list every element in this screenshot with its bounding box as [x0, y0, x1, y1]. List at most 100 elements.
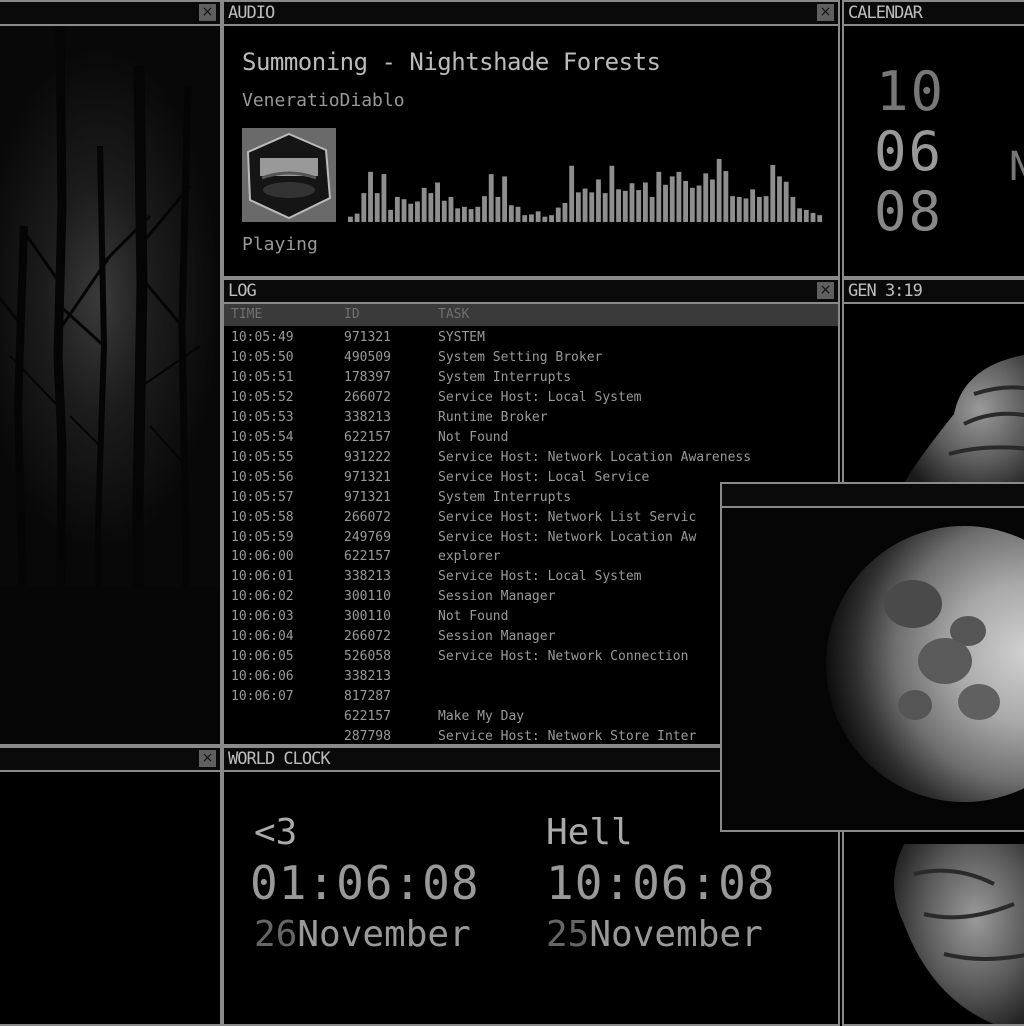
log-task: Service Host: Local System	[438, 569, 642, 585]
log-time: 10:06:00	[231, 549, 294, 565]
visualizer-bar	[482, 196, 487, 222]
column-header-time[interactable]: TIME	[231, 305, 262, 325]
visualizer-bar	[468, 209, 474, 222]
log-id: 490509	[344, 349, 391, 365]
column-header-id[interactable]: ID	[344, 305, 360, 325]
album-cover[interactable]	[242, 128, 336, 222]
empty-titlebar[interactable]: ×	[0, 748, 220, 772]
visualizer-bar	[730, 196, 735, 222]
visualizer-bar	[770, 165, 776, 222]
visualizer-bar	[803, 209, 809, 222]
log-task: System Setting Broker	[438, 349, 603, 365]
visualizer-bar	[421, 187, 427, 222]
table-row[interactable]: 10:05:50 490509 System Setting Broker	[224, 348, 838, 368]
table-row[interactable]: 10:05:55 931222 Service Host: Network Loca…	[224, 448, 838, 468]
playback-status: Playing	[242, 234, 318, 255]
log-id: 971321	[344, 330, 391, 345]
log-id: 249769	[344, 529, 391, 545]
audio-window: AUDIO × Summoning - Nightshade Forests V…	[222, 0, 840, 278]
log-id: 266072	[344, 389, 391, 405]
visualizer-bar	[394, 196, 400, 222]
column-header-task[interactable]: TASK	[438, 305, 469, 325]
log-id: 817287	[344, 689, 391, 705]
empty-window: ×	[0, 746, 222, 1026]
visualizer-bar	[415, 201, 420, 222]
visualizer-bar	[669, 176, 675, 222]
log-id: 178397	[344, 369, 391, 385]
close-icon[interactable]: ×	[199, 4, 216, 21]
visualizer-bar	[710, 179, 715, 222]
gen-titlebar[interactable]: GEN 3:19	[844, 280, 1024, 304]
visualizer-bar	[649, 196, 655, 222]
table-row[interactable]: 10:05:54 622157 Not Found	[224, 428, 838, 448]
log-id: 287798	[344, 729, 391, 744]
table-row[interactable]: 10:05:49 971321 SYSTEM	[224, 328, 838, 348]
visualizer-bar	[663, 184, 668, 222]
log-id: 971321	[344, 469, 391, 485]
log-id: 622157	[344, 429, 391, 445]
visualizer-bar	[696, 185, 702, 222]
visualizer-bar	[736, 196, 742, 222]
visualizer-bar	[448, 196, 454, 222]
table-row[interactable]: 10:05:53 338213 Runtime Broker	[224, 408, 838, 428]
calendar-titlebar[interactable]: CALENDAR	[844, 2, 1024, 26]
visualizer-bar	[348, 216, 353, 222]
zone-date: 25November	[546, 914, 763, 955]
track-artist: VeneratioDiablo	[242, 90, 405, 111]
visualizer-bar	[555, 207, 561, 222]
visualizer-bar	[783, 181, 789, 222]
log-id: 338213	[344, 409, 391, 425]
moon-titlebar[interactable]	[722, 484, 1024, 508]
close-icon[interactable]: ×	[817, 4, 834, 21]
visualizer-bar	[582, 188, 588, 222]
moon-mare	[884, 580, 942, 628]
visualizer-bar	[716, 158, 722, 222]
visualizer-bar	[542, 216, 548, 222]
moon-mare	[918, 638, 972, 684]
log-time: 10:06:04	[231, 629, 294, 645]
close-icon[interactable]: ×	[199, 750, 216, 767]
table-row[interactable]: 10:05:51 178397 System Interrupts	[224, 368, 838, 388]
zone-day: 26	[254, 914, 298, 955]
close-icon[interactable]: ×	[817, 282, 834, 299]
visualizer-bar	[354, 213, 360, 222]
moon-mare	[958, 684, 1000, 720]
visualizer-bar	[596, 179, 601, 222]
visualizer-bar	[616, 189, 621, 222]
audio-titlebar[interactable]: AUDIO ×	[224, 2, 838, 26]
log-time: 10:05:50	[231, 349, 294, 365]
log-id: 338213	[344, 569, 391, 585]
log-task: SYSTEM	[438, 330, 485, 345]
log-titlebar[interactable]: LOG ×	[224, 280, 838, 304]
window-title: AUDIO	[228, 3, 275, 23]
visualizer-bar	[750, 189, 756, 222]
visualizer-bar	[368, 171, 373, 222]
log-task: System Interrupts	[438, 489, 572, 505]
log-id: 622157	[344, 709, 391, 725]
visualizer-bar	[435, 182, 440, 222]
log-time: 10:05:53	[231, 409, 294, 425]
log-time: 10:05:59	[231, 529, 294, 545]
forest-trees-illustration	[0, 26, 220, 744]
forest-titlebar[interactable]: ×	[0, 2, 220, 26]
visualizer-bar	[763, 196, 769, 222]
log-time: 10:06:02	[231, 589, 294, 605]
visualizer-bar	[562, 203, 568, 222]
visualizer-bar	[777, 176, 782, 222]
visualizer-bar	[797, 208, 803, 222]
zone-month: November	[297, 914, 471, 955]
log-task: explorer	[438, 549, 501, 565]
window-title: LOG	[228, 281, 257, 301]
log-time: 10:06:05	[231, 649, 294, 665]
zone-name: Hell	[546, 812, 633, 853]
visualizer-bar	[549, 215, 554, 222]
visualizer-bar	[575, 192, 581, 222]
visualizer-bar	[723, 171, 729, 222]
track-title: Summoning - Nightshade Forests	[242, 48, 661, 76]
visualizer-bar	[535, 211, 541, 222]
table-row[interactable]: 10:05:52 266072 Service Host: Local System	[224, 388, 838, 408]
log-time: 10:05:54	[231, 429, 294, 445]
forest-image-window: ×	[0, 0, 222, 746]
visualizer-bar	[636, 190, 642, 222]
log-task: Service Host: Local Service	[438, 469, 650, 485]
